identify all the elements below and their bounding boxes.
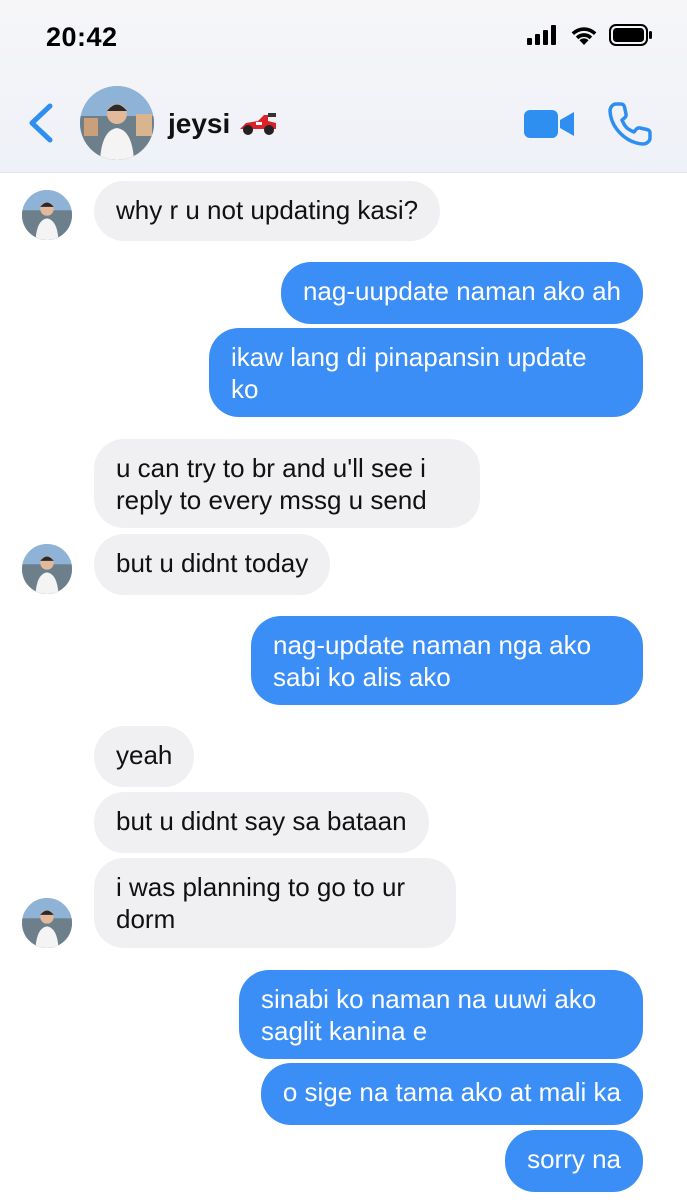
back-chevron-icon[interactable]: [22, 98, 62, 148]
status-icons: [527, 24, 653, 46]
message-incoming[interactable]: but u didnt say sa bataan: [94, 792, 429, 853]
message-incoming[interactable]: u can try to br and u'll see i reply to …: [94, 439, 480, 528]
contact-message-avatar[interactable]: [22, 544, 72, 594]
message-outgoing[interactable]: nag-uupdate naman ako ah: [280, 262, 643, 324]
signal-icon: [527, 25, 556, 45]
phone-call-icon[interactable]: [606, 100, 654, 148]
message-outgoing[interactable]: o sige na tama ako at mali ka: [260, 1063, 643, 1125]
message-outgoing[interactable]: sorry na: [505, 1130, 643, 1192]
message-incoming[interactable]: why r u not updating kasi?: [94, 181, 441, 241]
message-incoming[interactable]: i was planning to go to ur dorm: [94, 858, 456, 948]
battery-icon: [609, 24, 652, 46]
race-car-emoji: [240, 113, 277, 135]
message-outgoing[interactable]: ikaw lang di pinapansin update ko: [209, 328, 643, 417]
message-incoming[interactable]: yeah: [94, 726, 195, 787]
video-call-icon[interactable]: [522, 104, 576, 144]
contact-message-avatar[interactable]: [22, 898, 72, 948]
message-outgoing[interactable]: sinabi ko naman na uuwi ako saglit kanin…: [239, 970, 643, 1059]
status-time: 20:42: [46, 22, 118, 52]
message-outgoing[interactable]: nag-update naman nga ako sabi ko alis ak…: [251, 616, 643, 705]
wifi-icon: [571, 27, 597, 45]
message-incoming[interactable]: but u didnt today: [94, 534, 331, 595]
contact-avatar[interactable]: [80, 86, 154, 160]
contact-name-row[interactable]: jeysi: [168, 108, 278, 140]
contact-name: jeysi: [168, 108, 231, 139]
contact-message-avatar[interactable]: [22, 190, 72, 240]
chat-header: 20:42 jeysi: [0, 0, 687, 173]
